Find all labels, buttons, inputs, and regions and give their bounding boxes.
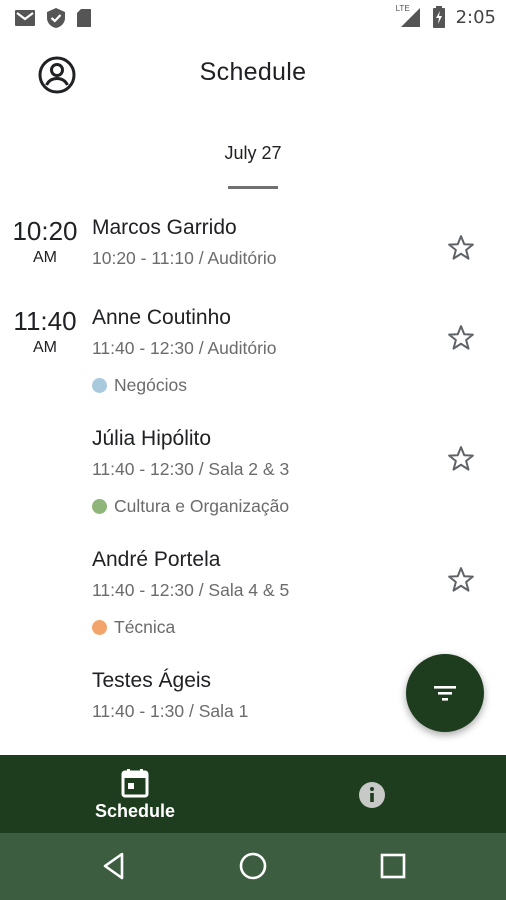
session-meta: 10:20 - 11:10 / Auditório [92, 248, 277, 268]
system-home-button[interactable] [236, 849, 270, 883]
session-title: Anne Coutinho [92, 306, 231, 329]
date-tab-label: July 27 [224, 143, 282, 163]
time-header-time: 11:40 [13, 306, 77, 336]
session-item[interactable]: Júlia Hipólito 11:40 - 12:30 / Sala 2 & … [92, 427, 506, 527]
star-outline-icon [448, 567, 474, 592]
status-time: 2:05 [455, 6, 496, 28]
status-bar: LTE 2:05 [0, 0, 506, 36]
calendar-today-icon [121, 769, 149, 798]
tag-color-dot [92, 378, 107, 393]
star-outline-icon [448, 325, 474, 350]
time-header-ampm: AM [33, 249, 57, 266]
back-icon [103, 852, 124, 880]
shield-check-icon [47, 8, 65, 28]
session-item[interactable]: Anne Coutinho 11:40 - 12:30 / Auditório … [92, 306, 506, 406]
star-outline-icon [448, 446, 474, 471]
filter-list-icon [434, 686, 456, 701]
gmail-icon [15, 10, 35, 26]
selected-tab-indicator [228, 186, 278, 189]
page-title: Schedule [199, 58, 307, 86]
tag-label: Técnica [114, 617, 176, 637]
session-meta: 11:40 - 12:30 / Auditório [92, 338, 277, 358]
session-tag: Cultura e Organização [92, 496, 506, 517]
nav-item-schedule[interactable]: Schedule [80, 755, 190, 833]
system-back-button[interactable] [97, 849, 131, 883]
time-header: 10:20 AM [0, 216, 90, 267]
nav-item-info[interactable] [342, 767, 402, 823]
session-meta: 11:40 - 12:30 / Sala 4 & 5 [92, 580, 290, 600]
tab-date[interactable]: July 27 [200, 128, 306, 194]
bottom-navigation: Schedule [0, 755, 506, 833]
bookmark-button[interactable] [446, 444, 476, 474]
system-navigation-bar [0, 833, 506, 900]
session-title: Júlia Hipólito [92, 427, 212, 450]
session-meta: 11:40 - 12:30 / Sala 2 & 3 [92, 459, 290, 479]
bookmark-button[interactable] [446, 233, 476, 263]
tag-label: Negócios [114, 375, 187, 395]
session-title: André Portela [92, 548, 221, 571]
signal-icon: LTE [396, 4, 422, 28]
battery-icon [432, 6, 445, 28]
notification-icons [14, 7, 92, 29]
session-tag: Negócios [92, 375, 506, 396]
session-item[interactable]: Marcos Garrido 10:20 - 11:10 / Auditório [92, 216, 506, 286]
sd-card-icon [77, 9, 91, 27]
session-tag: Técnica [92, 617, 506, 638]
time-header-time: 10:20 [12, 216, 78, 246]
info-icon [359, 782, 385, 808]
system-recents-button[interactable] [376, 849, 410, 883]
tag-label: Cultura e Organização [114, 496, 290, 516]
bookmark-button[interactable] [446, 323, 476, 353]
time-header-ampm: AM [33, 339, 57, 356]
tag-color-dot [92, 620, 107, 635]
bookmark-button[interactable] [446, 565, 476, 595]
star-outline-icon [448, 235, 474, 260]
session-item[interactable]: André Portela 11:40 - 12:30 / Sala 4 & 5… [92, 548, 506, 648]
top-app-bar: Schedule [0, 36, 506, 112]
system-status: LTE 2:05 [396, 4, 496, 28]
recents-icon [380, 853, 406, 879]
home-icon [239, 852, 267, 880]
tag-color-dot [92, 499, 107, 514]
nav-label-schedule: Schedule [94, 801, 176, 821]
filter-fab[interactable] [406, 654, 484, 732]
time-header: 11:40 AM [0, 306, 90, 357]
session-title: Marcos Garrido [92, 216, 237, 239]
